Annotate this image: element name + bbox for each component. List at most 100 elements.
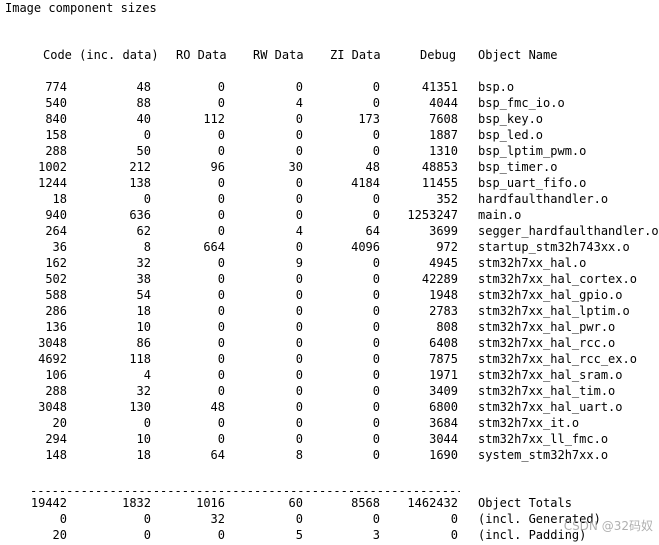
- inc-data-cell: 212: [129, 160, 151, 174]
- zi-data-cell: 0: [372, 96, 380, 110]
- object-name-cell: startup_stm32h743xx.o: [478, 240, 630, 254]
- debug-cell: 0: [450, 528, 458, 542]
- debug-cell: 11455: [421, 176, 458, 190]
- code-cell: 288: [45, 144, 67, 158]
- debug-cell: 48853: [421, 160, 458, 174]
- debug-cell: 41351: [421, 80, 458, 94]
- ro-data-cell: 0: [217, 128, 225, 142]
- header-debug: Debug: [420, 48, 457, 62]
- zi-data-cell: 173: [358, 112, 380, 126]
- debug-cell: 6800: [429, 400, 458, 414]
- inc-data-cell: 4: [143, 368, 151, 382]
- ro-data-cell: 0: [217, 96, 225, 110]
- debug-cell: 42289: [421, 272, 458, 286]
- inc-data-cell: 0: [143, 528, 151, 542]
- zi-data-cell: 0: [372, 400, 380, 414]
- rw-data-cell: 0: [295, 512, 303, 526]
- header-code: Code (inc. data): [43, 48, 159, 62]
- rw-data-cell: 0: [295, 400, 303, 414]
- header-object-name: Object Name: [478, 48, 558, 62]
- inc-data-cell: 0: [143, 416, 151, 430]
- code-cell: 840: [45, 112, 67, 126]
- ro-data-cell: 0: [217, 144, 225, 158]
- rw-data-cell: 0: [295, 176, 303, 190]
- rw-data-cell: 0: [295, 128, 303, 142]
- code-cell: 136: [45, 320, 67, 334]
- ro-data-cell: 48: [210, 400, 225, 414]
- object-name-cell: stm32h7xx_hal_rcc_ex.o: [478, 352, 637, 366]
- ro-data-cell: 0: [217, 384, 225, 398]
- rw-data-cell: 0: [295, 304, 303, 318]
- ro-data-cell: 0: [217, 368, 225, 382]
- debug-cell: 1887: [429, 128, 458, 142]
- rw-data-cell: 0: [295, 352, 303, 366]
- inc-data-cell: 18: [136, 304, 151, 318]
- object-name-cell: bsp_uart_fifo.o: [478, 176, 587, 190]
- object-name-cell: bsp_fmc_io.o: [478, 96, 565, 110]
- rw-data-cell: 0: [295, 208, 303, 222]
- debug-cell: 1971: [429, 368, 458, 382]
- inc-data-cell: 118: [129, 352, 151, 366]
- zi-data-cell: 0: [372, 288, 380, 302]
- ro-data-cell: 0: [217, 176, 225, 190]
- inc-data-cell: 8: [143, 240, 151, 254]
- debug-cell: 7875: [429, 352, 458, 366]
- object-name-cell: Object Totals: [478, 496, 572, 510]
- header-rw-data: RW Data: [253, 48, 304, 62]
- ro-data-cell: 0: [217, 528, 225, 542]
- object-name-cell: segger_hardfaulthandler.o: [478, 224, 659, 238]
- object-name-cell: stm32h7xx_ll_fmc.o: [478, 432, 609, 446]
- code-cell: 540: [45, 96, 67, 110]
- inc-data-cell: 86: [136, 336, 151, 350]
- zi-data-cell: 0: [372, 208, 380, 222]
- code-cell: 162: [45, 256, 67, 270]
- inc-data-cell: 38: [136, 272, 151, 286]
- inc-data-cell: 10: [136, 432, 151, 446]
- object-name-cell: bsp_timer.o: [478, 160, 558, 174]
- code-cell: 288: [45, 384, 67, 398]
- zi-data-cell: 0: [372, 320, 380, 334]
- rw-data-cell: 0: [295, 112, 303, 126]
- code-cell: 20: [52, 416, 67, 430]
- code-cell: 20: [52, 528, 67, 542]
- inc-data-cell: 0: [143, 192, 151, 206]
- inc-data-cell: 54: [136, 288, 151, 302]
- object-name-cell: system_stm32h7xx.o: [478, 448, 609, 462]
- inc-data-cell: 10: [136, 320, 151, 334]
- ro-data-cell: 112: [203, 112, 225, 126]
- code-cell: 3048: [38, 336, 67, 350]
- object-name-cell: stm32h7xx_hal_pwr.o: [478, 320, 616, 334]
- zi-data-cell: 0: [372, 416, 380, 430]
- object-name-cell: main.o: [478, 208, 522, 222]
- object-name-cell: stm32h7xx_hal_gpio.o: [478, 288, 623, 302]
- zi-data-cell: 0: [372, 384, 380, 398]
- zi-data-cell: 0: [372, 368, 380, 382]
- code-cell: 588: [45, 288, 67, 302]
- object-name-cell: stm32h7xx_hal_cortex.o: [478, 272, 637, 286]
- code-cell: 940: [45, 208, 67, 222]
- rw-data-cell: 0: [295, 288, 303, 302]
- debug-cell: 1462432: [407, 496, 458, 510]
- zi-data-cell: 48: [365, 160, 380, 174]
- inc-data-cell: 0: [143, 512, 151, 526]
- rw-data-cell: 0: [295, 80, 303, 94]
- rw-data-cell: 0: [295, 416, 303, 430]
- zi-data-cell: 0: [372, 256, 380, 270]
- code-cell: 294: [45, 432, 67, 446]
- object-name-cell: bsp_key.o: [478, 112, 544, 126]
- zi-data-cell: 0: [372, 432, 380, 446]
- inc-data-cell: 40: [136, 112, 151, 126]
- zi-data-cell: 4184: [351, 176, 380, 190]
- debug-cell: 808: [436, 320, 458, 334]
- rw-data-cell: 60: [288, 496, 303, 510]
- header-zi-data: ZI Data: [330, 48, 381, 62]
- code-cell: 286: [45, 304, 67, 318]
- object-name-cell: stm32h7xx_hal_sram.o: [478, 368, 623, 382]
- object-name-cell: hardfaulthandler.o: [478, 192, 609, 206]
- debug-cell: 4044: [429, 96, 458, 110]
- debug-cell: 1948: [429, 288, 458, 302]
- code-cell: 158: [45, 128, 67, 142]
- rw-data-cell: 4: [295, 96, 303, 110]
- ro-data-cell: 0: [217, 288, 225, 302]
- debug-cell: 1690: [429, 448, 458, 462]
